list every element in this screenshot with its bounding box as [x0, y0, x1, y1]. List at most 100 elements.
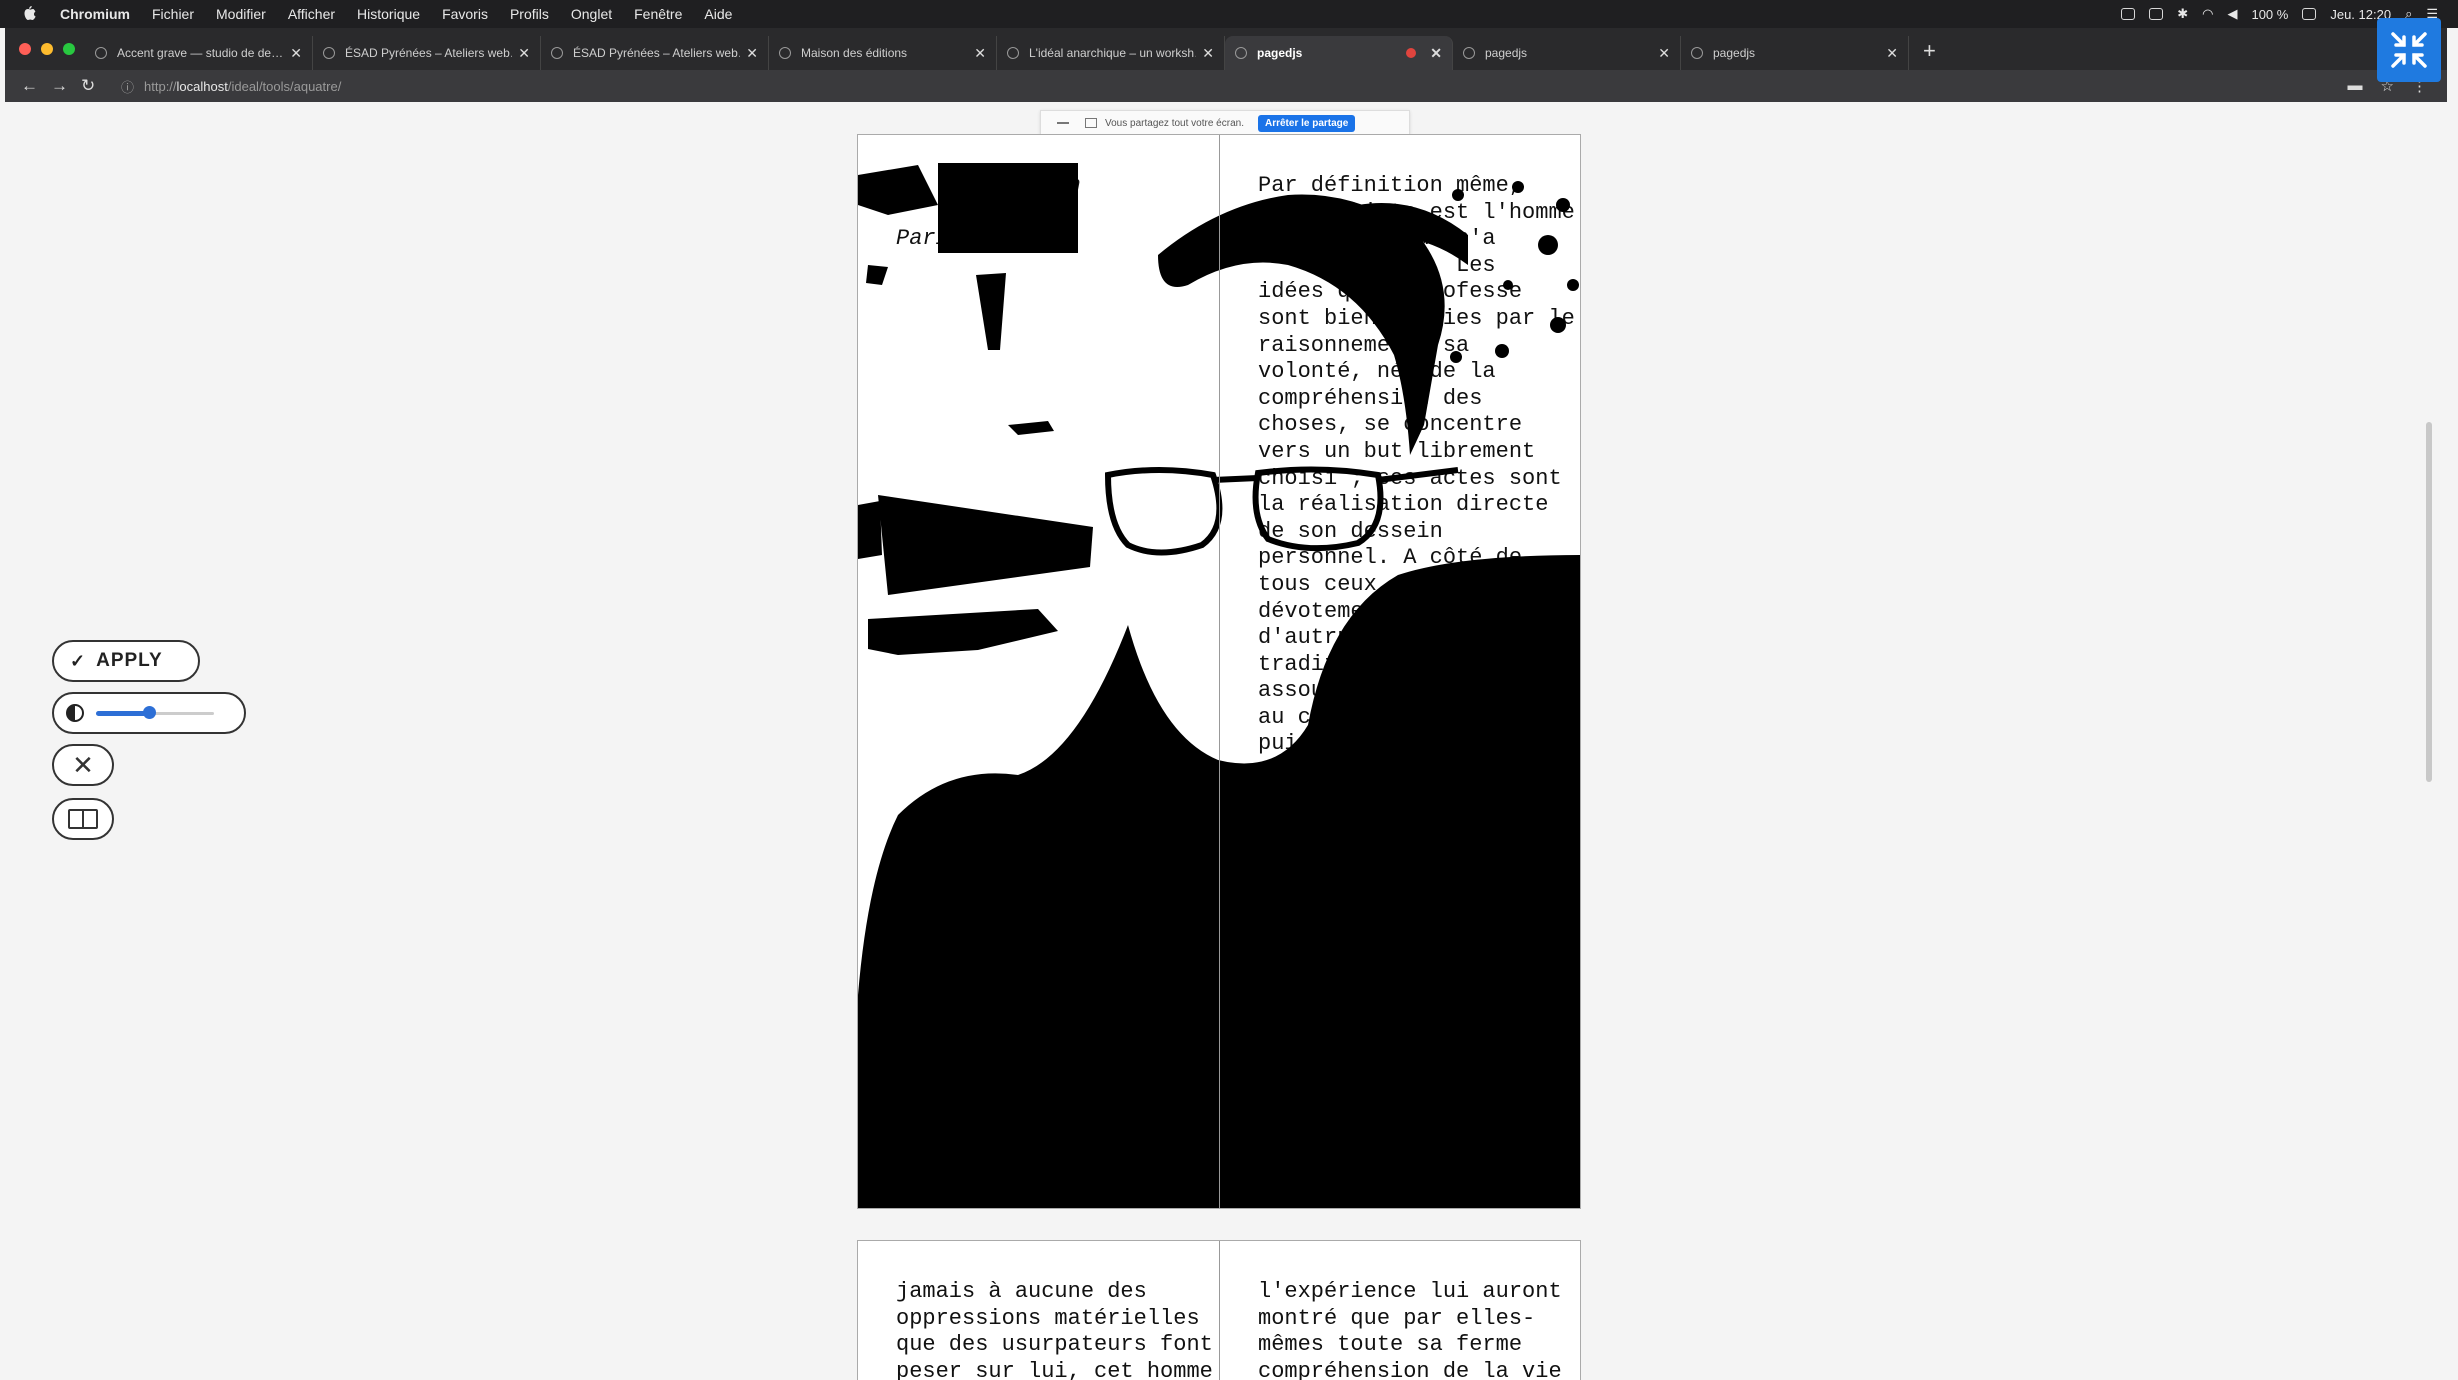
menu-profils[interactable]: Profils [510, 6, 549, 22]
stop-sharing-button[interactable]: Arrêter le partage [1257, 114, 1356, 132]
close-tab-icon[interactable]: ✕ [746, 45, 758, 62]
new-tab-icon[interactable]: + [1923, 38, 1936, 64]
left-page-text: jamais à aucune des oppressions matériel… [896, 1279, 1213, 1380]
screen-share-icon [1085, 118, 1097, 128]
tab-2[interactable]: ÉSAD Pyrénées – Ateliers web… ✕ [313, 36, 541, 70]
close-button[interactable]: ✕ [52, 744, 114, 786]
globe-icon [323, 47, 335, 59]
menu-bar: Chromium Fichier Modifier Afficher Histo… [0, 0, 2458, 28]
battery-text: 100 % [2251, 6, 2289, 22]
screen: Chromium Fichier Modifier Afficher Histo… [0, 0, 2458, 1380]
close-tab-icon[interactable]: ✕ [1202, 45, 1214, 62]
photo-glasses [1377, 467, 1459, 483]
window-controls [5, 43, 85, 55]
info-icon[interactable]: ⓘ [121, 77, 134, 96]
screen-share-bar: Vous partagez tout votre écran. Arrêter … [1040, 110, 1410, 136]
photo-speckle [1503, 280, 1513, 290]
status-box-icon[interactable] [2121, 8, 2136, 20]
photo-speckle [1450, 351, 1462, 363]
url: http://localhost/ideal/tools/aquatre/ [144, 79, 341, 94]
recording-icon [1406, 48, 1417, 58]
tab-4[interactable]: Maison des éditions ✕ [769, 36, 997, 70]
check-icon: ✓ [70, 650, 87, 671]
globe-icon [779, 47, 791, 59]
cast-icon[interactable]: ▬ [2348, 77, 2363, 95]
right-page-text: l'expérience lui auront montré que par e… [1258, 1279, 1562, 1380]
exit-fullscreen-button[interactable] [2377, 18, 2441, 82]
menu-fenetre[interactable]: Fenêtre [634, 6, 682, 22]
back-icon[interactable]: ← [21, 76, 38, 96]
menu-modifier[interactable]: Modifier [216, 6, 266, 22]
photo-glasses [1104, 467, 1223, 556]
photo-blob [858, 165, 938, 215]
close-tab-icon[interactable]: ✕ [974, 45, 986, 62]
drag-handle-icon[interactable] [1057, 122, 1069, 124]
url-host: localhost [176, 78, 228, 94]
menu-afficher[interactable]: Afficher [288, 6, 335, 22]
volume-icon[interactable]: ◀ [2227, 6, 2237, 22]
tab-7[interactable]: pagedjs ✕ [1453, 36, 1681, 70]
tab-6-active[interactable]: pagedjs ✕ [1225, 36, 1453, 70]
page-fold [1219, 135, 1220, 1208]
page-viewport[interactable]: Vous partagez tout votre écran. Arrêter … [0, 102, 2440, 1380]
tab-strip: Accent grave — studio de de… ✕ ÉSAD Pyrén… [5, 28, 2447, 70]
photo-speckle [1550, 317, 1566, 333]
close-tab-icon[interactable]: ✕ [1430, 45, 1442, 62]
menu-app-name[interactable]: Chromium [60, 6, 130, 22]
slider-thumb[interactable] [143, 706, 157, 719]
page-spread: ach 1902, Paris Par définition même, l'a… [857, 134, 1581, 1209]
browser-toolbar: ← → ↻ ⓘ http://localhost/ideal/tools/aqu… [5, 70, 2447, 102]
contrast-slider[interactable] [96, 706, 214, 719]
wifi-icon[interactable]: ◠ [2202, 6, 2213, 22]
minimize-window-button[interactable] [41, 43, 53, 55]
tab-title: Accent grave — studio de de… [117, 46, 284, 60]
menu-onglet[interactable]: Onglet [571, 6, 612, 22]
menu-fichier[interactable]: Fichier [152, 6, 194, 22]
url-path: /ideal/tools/aquatre/ [227, 78, 342, 94]
status-screen-icon[interactable] [2149, 8, 2164, 20]
apply-label: APPLY [96, 650, 163, 671]
menu-historique[interactable]: Historique [357, 6, 420, 22]
photo-speckle [1413, 298, 1423, 308]
address-bar[interactable]: ⓘ http://localhost/ideal/tools/aquatre/ [121, 77, 341, 96]
globe-icon [1235, 47, 1247, 59]
scrollbar[interactable] [2426, 422, 2432, 782]
photo-blob [866, 265, 888, 285]
globe-icon [1007, 47, 1019, 59]
tab-title: pagedjs [1713, 46, 1756, 60]
tab-title: pagedjs [1485, 46, 1528, 60]
battery-icon[interactable] [2302, 8, 2317, 20]
close-icon: ✕ [72, 749, 94, 780]
close-tab-icon[interactable]: ✕ [518, 45, 530, 62]
bluetooth-icon[interactable]: ✱ [2177, 6, 2188, 22]
tab-5[interactable]: L'idéal anarchique – un worksh… ✕ [997, 36, 1225, 70]
close-window-button[interactable] [19, 43, 31, 55]
two-column-layout-icon [68, 809, 98, 829]
photo-blob [976, 273, 1006, 350]
tab-3[interactable]: ÉSAD Pyrénées – Ateliers web… ✕ [541, 36, 769, 70]
photo-blob [938, 163, 1078, 253]
close-tab-icon[interactable]: ✕ [290, 45, 302, 62]
layout-toggle-button[interactable] [52, 798, 114, 840]
menu-favoris[interactable]: Favoris [442, 6, 488, 22]
apply-button[interactable]: ✓ APPLY [52, 640, 200, 682]
globe-icon [1463, 47, 1475, 59]
close-tab-icon[interactable]: ✕ [1658, 45, 1670, 62]
collapse-arrows-icon [2391, 32, 2427, 68]
url-prefix: http:// [144, 78, 177, 94]
tab-title: pagedjs [1257, 46, 1303, 60]
page-spread: jamais à aucune des oppressions matériel… [857, 1240, 1581, 1380]
tab-8[interactable]: pagedjs ✕ [1681, 36, 1909, 70]
close-tab-icon[interactable]: ✕ [1886, 45, 1898, 62]
photo-speckle [1556, 198, 1570, 212]
apple-icon[interactable] [22, 6, 38, 22]
zoom-window-button[interactable] [63, 43, 75, 55]
globe-icon [95, 47, 107, 59]
forward-icon[interactable]: → [51, 76, 68, 96]
contrast-icon [66, 704, 84, 722]
photo-blob [868, 609, 1058, 655]
reload-icon[interactable]: ↻ [81, 76, 95, 96]
menu-aide[interactable]: Aide [704, 6, 732, 22]
tab-1[interactable]: Accent grave — studio de de… ✕ [85, 36, 313, 70]
photo-blob [858, 501, 882, 559]
